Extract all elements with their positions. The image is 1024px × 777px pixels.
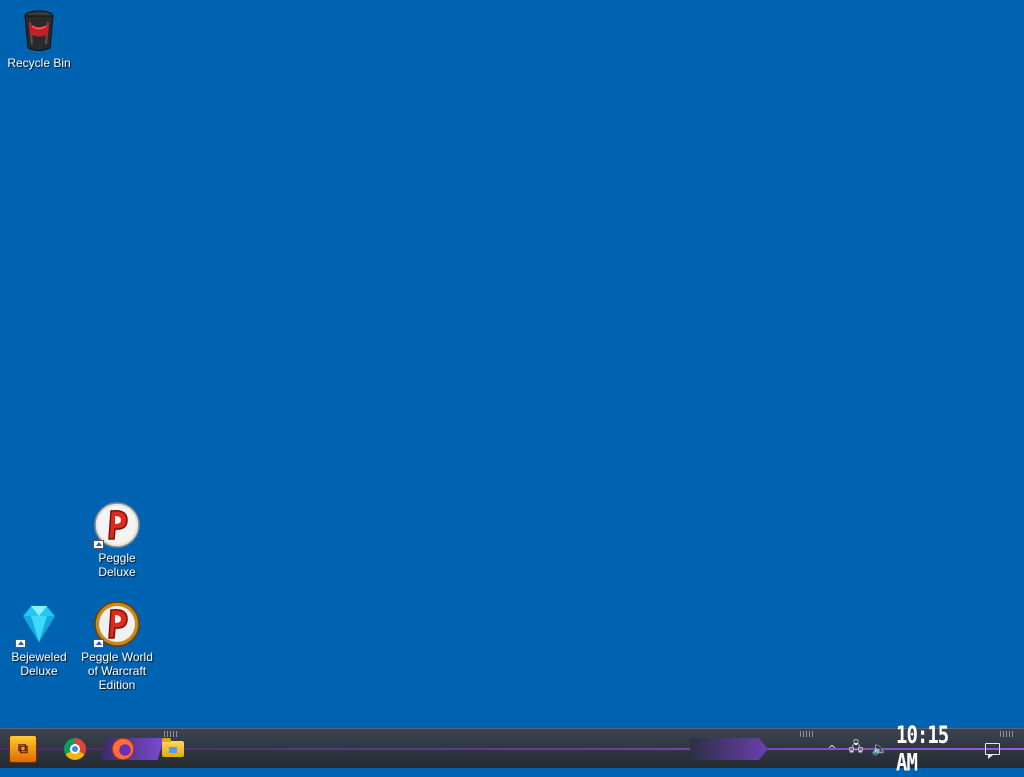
peggle-icon xyxy=(93,501,141,549)
taskbar-file-explorer-button[interactable] xyxy=(158,734,188,764)
action-center-button[interactable] xyxy=(982,739,1002,759)
folder-icon xyxy=(162,738,184,757)
taskbar-firefox-button[interactable] xyxy=(108,734,138,764)
desktop-icon-label: Recycle Bin xyxy=(7,56,71,70)
start-button[interactable]: ⧉ xyxy=(8,734,38,764)
network-icon[interactable]: 🖧 xyxy=(846,739,866,759)
chrome-icon xyxy=(64,738,86,760)
taskbar-decoration xyxy=(1000,731,1014,737)
start-icon: ⧉ xyxy=(9,735,37,763)
taskbar: ⧉ ^ 🖧 🔈 10:15 AM xyxy=(0,722,1024,777)
shortcut-arrow-icon xyxy=(93,540,104,549)
volume-icon[interactable]: 🔈 xyxy=(870,739,890,759)
desktop-icon-peggle-deluxe[interactable]: Peggle Deluxe xyxy=(79,501,155,579)
recycle-bin-icon xyxy=(15,6,63,54)
desktop-icon-label: Peggle Deluxe xyxy=(98,551,136,579)
show-hidden-icons-button[interactable]: ^ xyxy=(822,739,842,759)
notification-icon xyxy=(984,743,1000,759)
diamond-icon xyxy=(15,600,63,648)
taskbar-chrome-button[interactable] xyxy=(60,734,90,764)
firefox-icon xyxy=(112,738,134,760)
taskbar-clock[interactable]: 10:15 AM xyxy=(896,722,966,777)
desktop-icon-peggle-wow[interactable]: Peggle World of Warcraft Edition xyxy=(79,600,155,692)
desktop[interactable]: Recycle Bin Peggle Deluxe Bejeweled Delu… xyxy=(0,0,1024,728)
desktop-icon-bejeweled-deluxe[interactable]: Bejeweled Deluxe xyxy=(1,600,77,678)
taskbar-decoration xyxy=(800,731,814,737)
peggle-icon xyxy=(93,600,141,648)
shortcut-arrow-icon xyxy=(15,639,26,648)
desktop-icon-label: Peggle World of Warcraft Edition xyxy=(81,650,153,692)
tray-decoration xyxy=(690,738,768,760)
shortcut-arrow-icon xyxy=(93,639,104,648)
desktop-icon-label: Bejeweled Deluxe xyxy=(11,650,67,678)
desktop-icon-recycle-bin[interactable]: Recycle Bin xyxy=(1,6,77,70)
